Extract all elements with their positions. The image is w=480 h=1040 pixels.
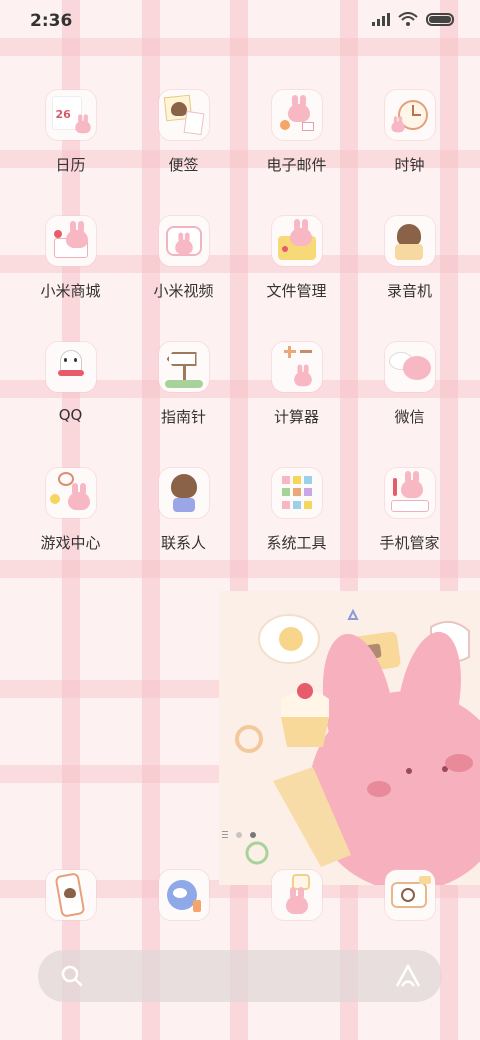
photo-widget[interactable]	[219, 591, 480, 885]
app-qq[interactable]: QQ	[14, 342, 127, 440]
calendar-icon: 26	[45, 90, 96, 140]
dock-browser[interactable]	[127, 870, 240, 920]
signal-icon	[372, 12, 390, 26]
clock-icon	[384, 90, 435, 140]
page-dot-active	[250, 831, 256, 838]
app-label: 文件管理	[266, 282, 327, 300]
status-bar: 2:36	[0, 0, 480, 42]
app-label: 小米视频	[153, 282, 214, 300]
search-bar[interactable]	[38, 950, 442, 1002]
assistant-icon[interactable]	[394, 963, 422, 989]
security-icon	[384, 468, 435, 518]
email-icon	[271, 90, 322, 140]
app-file-manager[interactable]: 文件管理	[240, 216, 353, 314]
qq-icon	[45, 342, 96, 392]
camera-icon	[384, 870, 435, 920]
page-dot	[236, 831, 242, 838]
app-label: 时钟	[394, 156, 425, 174]
app-calculator[interactable]: 计算器	[240, 342, 353, 440]
app-mi-store[interactable]: 小米商城	[14, 216, 127, 314]
app-mi-video[interactable]: 小米视频	[127, 216, 240, 314]
wechat-icon	[384, 342, 435, 392]
wifi-icon	[398, 12, 418, 26]
battery-icon	[426, 12, 454, 26]
gallery-icon	[271, 870, 322, 920]
app-compass[interactable]: 指南针	[127, 342, 240, 440]
search-icon[interactable]	[60, 964, 84, 988]
app-label: 便签	[168, 156, 199, 174]
app-game-center[interactable]: 游戏中心	[14, 468, 127, 566]
menu-icon	[222, 831, 228, 838]
calendar-date: 26	[55, 108, 71, 121]
app-recorder[interactable]: 录音机	[353, 216, 466, 314]
app-label: 指南针	[160, 408, 206, 426]
app-notes[interactable]: 便签	[127, 90, 240, 188]
app-email[interactable]: 电子邮件	[240, 90, 353, 188]
app-label: 小米商城	[40, 282, 101, 300]
app-label: QQ	[58, 406, 83, 424]
contacts-icon	[158, 468, 209, 518]
app-label: 录音机	[386, 282, 432, 300]
bunny-sweets-illustration	[235, 608, 480, 885]
game-center-icon	[45, 468, 96, 518]
dock	[14, 870, 466, 920]
system-tools-icon	[271, 468, 322, 518]
dock-camera[interactable]	[353, 870, 466, 920]
mi-store-icon	[45, 216, 96, 266]
app-label: 游戏中心	[40, 534, 101, 552]
app-label: 电子邮件	[266, 156, 327, 174]
app-label: 微信	[394, 408, 425, 426]
app-system-tools[interactable]: 系统工具	[240, 468, 353, 566]
app-calendar[interactable]: 26 日历	[14, 90, 127, 188]
recorder-icon	[384, 216, 435, 266]
app-label: 计算器	[273, 408, 319, 426]
page-indicator[interactable]	[222, 831, 256, 838]
app-label: 手机管家	[379, 534, 440, 552]
calculator-icon	[271, 342, 322, 392]
dock-gallery[interactable]	[240, 870, 353, 920]
app-wechat[interactable]: 微信	[353, 342, 466, 440]
app-clock[interactable]: 时钟	[353, 90, 466, 188]
app-grid: 26 日历 便签 电子邮件 时钟 小米商城 小米视频 文件管理 录音机 QQ 指…	[14, 90, 466, 566]
phone-icon	[45, 870, 96, 920]
app-label: 日历	[55, 156, 86, 174]
compass-icon	[158, 342, 209, 392]
status-time: 2:36	[30, 11, 73, 31]
file-manager-icon	[271, 216, 322, 266]
app-label: 系统工具	[266, 534, 327, 552]
app-security[interactable]: 手机管家	[353, 468, 466, 566]
mi-video-icon	[158, 216, 209, 266]
app-contacts[interactable]: 联系人	[127, 468, 240, 566]
app-label: 联系人	[160, 534, 206, 552]
browser-icon	[158, 870, 209, 920]
notes-icon	[158, 90, 209, 140]
dock-phone[interactable]	[14, 870, 127, 920]
